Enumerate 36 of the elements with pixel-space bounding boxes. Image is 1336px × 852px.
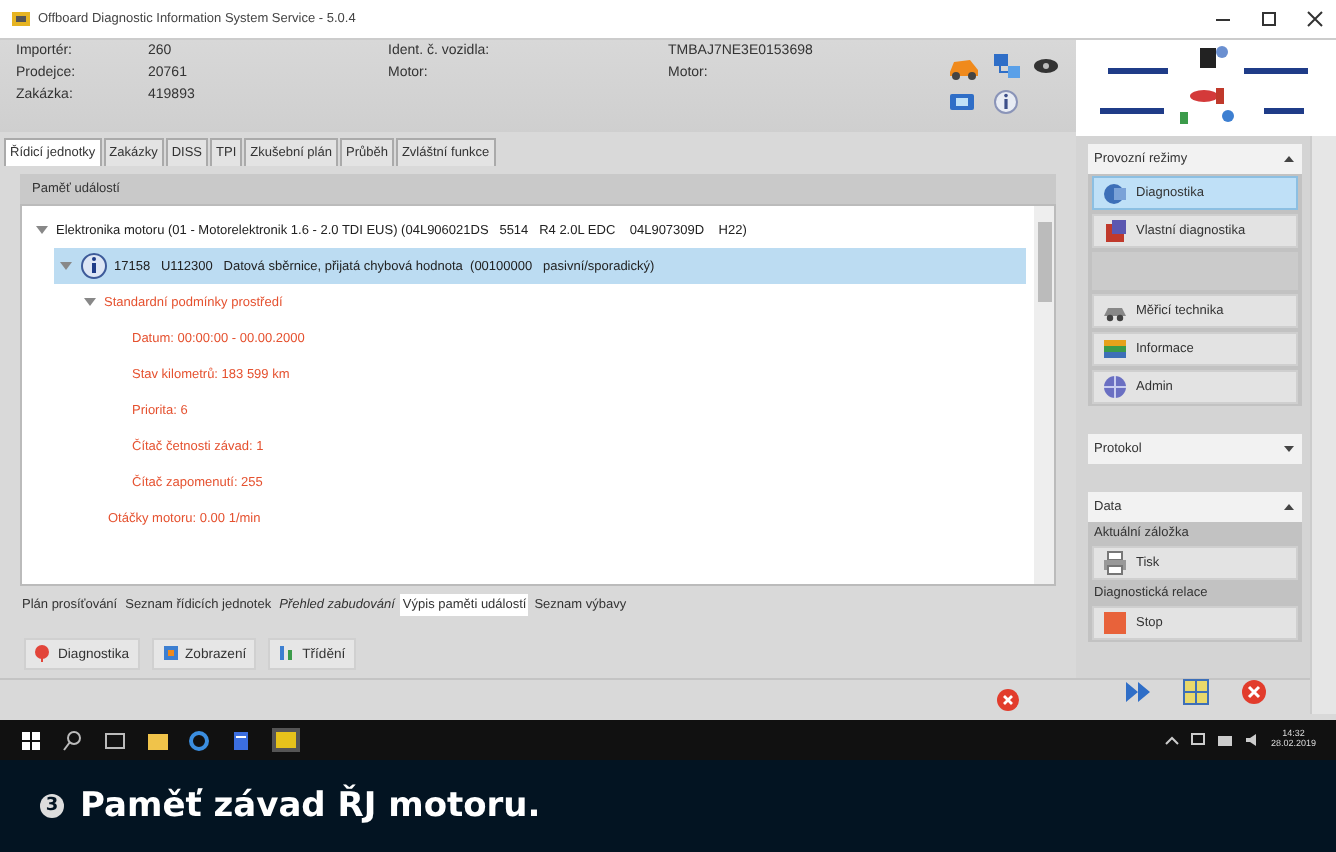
info-icon <box>80 252 108 280</box>
figure-number: 3 <box>40 794 64 818</box>
task-view-icon[interactable] <box>104 729 126 751</box>
scrollbar[interactable] <box>1310 136 1336 714</box>
collapse-caret-icon[interactable] <box>34 222 50 238</box>
app-icon <box>12 10 30 28</box>
info-icon[interactable] <box>992 88 1020 116</box>
app-icon[interactable] <box>272 728 300 752</box>
collapse-caret-icon[interactable] <box>82 294 98 310</box>
figure-caption: Paměť závad ŘJ motoru. <box>80 786 541 826</box>
collapse-icon[interactable] <box>1282 152 1296 166</box>
diagnostics-icon <box>1102 180 1128 206</box>
search-icon[interactable] <box>62 729 84 751</box>
error-icon[interactable] <box>996 688 1020 712</box>
browser-icon[interactable] <box>188 729 210 751</box>
chevron-up-icon[interactable] <box>1164 732 1181 748</box>
maximize-icon[interactable] <box>1260 10 1278 28</box>
scrollbar[interactable] <box>1034 206 1054 584</box>
collapse-icon[interactable] <box>1282 500 1296 514</box>
diagnostics-icon <box>34 644 52 664</box>
sort-icon <box>278 644 297 664</box>
network-icon[interactable] <box>1216 732 1235 748</box>
close-icon[interactable] <box>1306 10 1324 28</box>
grid-icon[interactable] <box>1181 678 1209 706</box>
printer-icon <box>1102 550 1128 576</box>
volume-icon[interactable] <box>1244 732 1261 748</box>
folder-icon[interactable] <box>146 729 168 751</box>
connector-icon[interactable] <box>948 88 976 116</box>
expand-icon[interactable] <box>1282 442 1296 456</box>
document-icon[interactable] <box>230 729 252 751</box>
globe-icon <box>1102 374 1128 400</box>
display-icon <box>161 644 180 664</box>
cube-icon <box>1102 218 1128 244</box>
books-icon <box>1102 336 1128 362</box>
stop-icon <box>1102 610 1128 636</box>
windows-start-icon[interactable] <box>20 729 42 751</box>
